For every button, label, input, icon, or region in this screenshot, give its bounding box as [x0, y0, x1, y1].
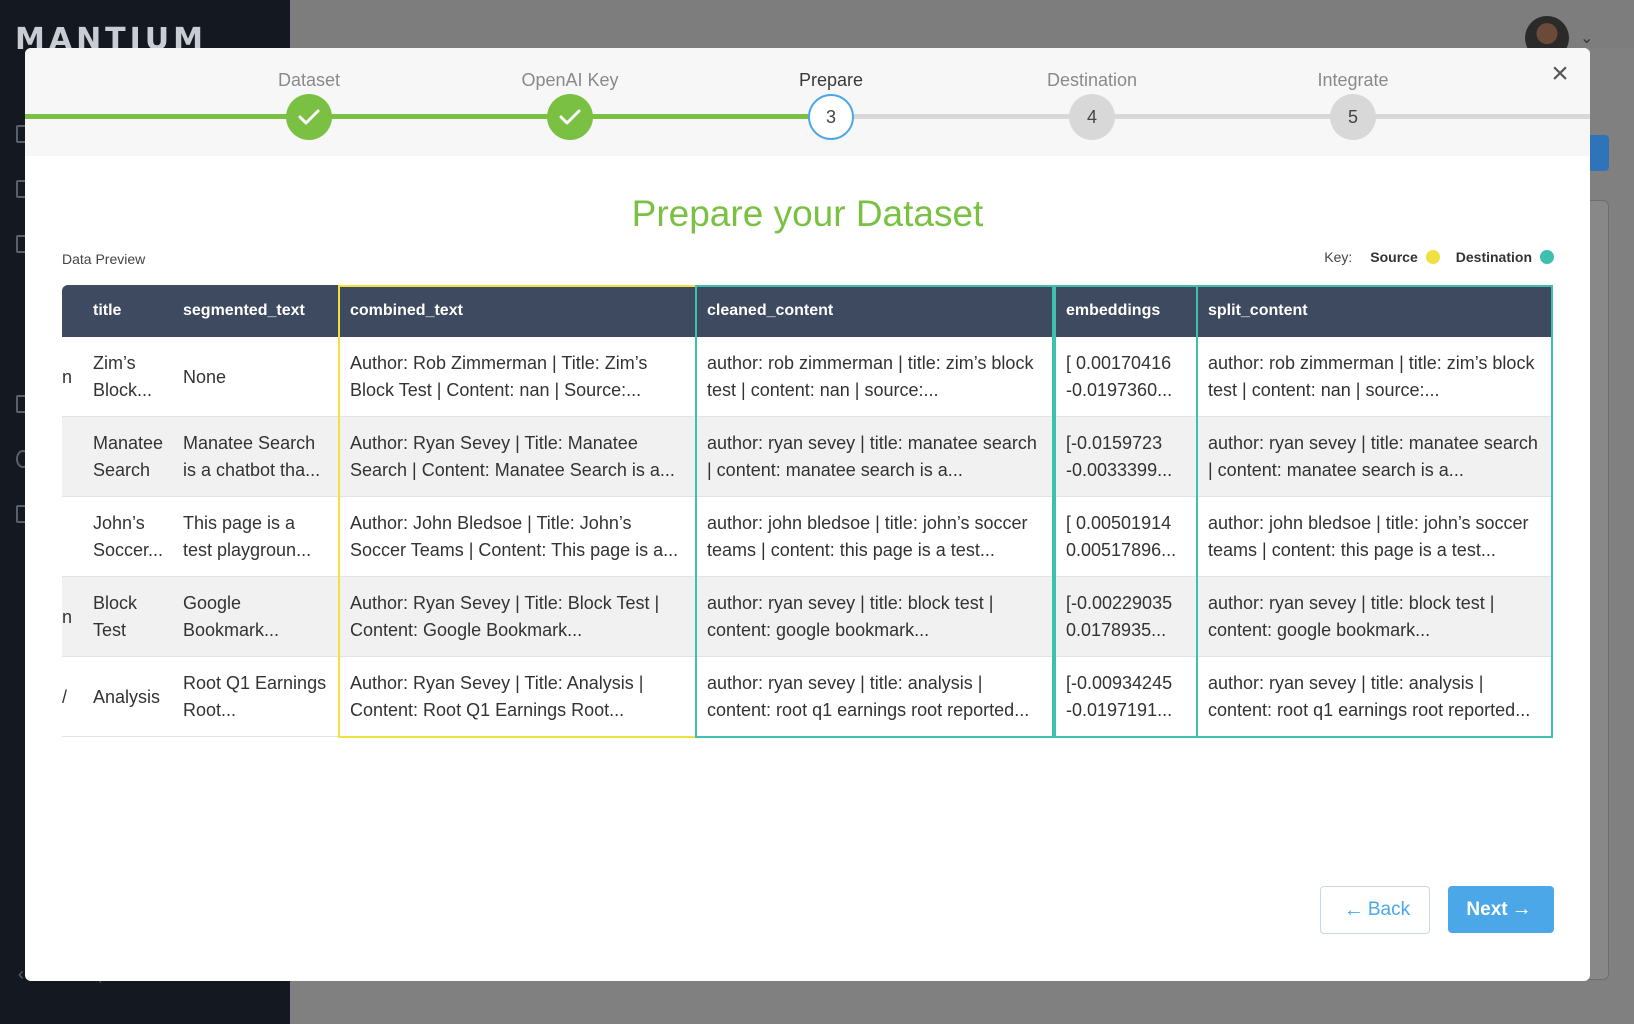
cell-segmented-text: None: [183, 366, 227, 387]
user-menu-chevron-icon: ⌄: [1580, 30, 1594, 47]
step-number: 5: [1330, 94, 1376, 140]
table-row: n Block Test Google Bookmark... Author: …: [62, 577, 1553, 657]
cell-segmented-text: This page is a test playgroun...: [183, 513, 312, 560]
column-header: segmented_text: [183, 302, 305, 319]
cell-combined-text: Author: Ryan Sevey | Title: Analysis | C…: [350, 673, 644, 720]
key-label: Key:: [1324, 249, 1353, 265]
check-icon: [547, 94, 593, 140]
cell-segmented-text: Root Q1 Earnings Root...: [183, 673, 327, 720]
step-destination[interactable]: Destination 4: [992, 48, 1192, 140]
cell-embeddings: [ 0.00170416 -0.0197360...: [1066, 353, 1173, 400]
cell-title: Manatee Search: [93, 433, 164, 480]
key-destination-label: Destination: [1455, 249, 1532, 265]
column-header: split_content: [1208, 302, 1308, 319]
step-label: Integrate: [1317, 70, 1389, 90]
step-dataset[interactable]: Dataset: [209, 48, 409, 140]
cell-split-content: author: john bledsoe | title: john’s soc…: [1208, 513, 1529, 560]
column-header: embeddings: [1066, 302, 1161, 319]
cell-split-content: author: ryan sevey | title: analysis | c…: [1208, 673, 1531, 720]
data-preview-table[interactable]: title segmented_text combined_text clean…: [62, 285, 1553, 738]
source-dot-icon: [1425, 250, 1440, 264]
step-openai-key[interactable]: OpenAI Key: [470, 48, 670, 140]
color-key: Key: Source Destination: [1324, 249, 1554, 265]
column-header: title: [93, 302, 122, 319]
arrow-right-icon: →: [1511, 898, 1532, 920]
step-prepare[interactable]: Prepare 3: [731, 48, 931, 140]
stepper-progress-todo: [837, 114, 1590, 119]
key-source-label: Source: [1370, 249, 1418, 265]
step-label: Destination: [1046, 70, 1138, 90]
table-row: n Zim’s Block... None Author: Rob Zimmer…: [62, 337, 1553, 417]
cell-cleaned-content: author: ryan sevey | title: block test |…: [707, 593, 994, 640]
prepare-dataset-modal: Dataset OpenAI Key Prepare 3 Destination…: [25, 48, 1590, 981]
next-button[interactable]: Next →: [1448, 886, 1554, 933]
back-button[interactable]: ← Back: [1320, 886, 1430, 934]
step-label: Dataset: [277, 70, 341, 90]
step-integrate[interactable]: Integrate 5: [1253, 48, 1453, 140]
cell-split-content: author: ryan sevey | title: manatee sear…: [1208, 433, 1538, 480]
table-row: Manatee Search Manatee Search is a chatb…: [62, 417, 1553, 497]
clipped-cell: [62, 497, 72, 577]
cell-cleaned-content: author: ryan sevey | title: manatee sear…: [707, 433, 1037, 480]
step-label: Prepare: [798, 70, 864, 90]
collapse-chevron-icon: ‹: [18, 964, 24, 984]
clipped-cell: /: [62, 687, 68, 707]
cell-embeddings: [ 0.00501914 0.00517896...: [1066, 513, 1177, 560]
destination-dot-icon: [1540, 250, 1554, 264]
clipped-cell: [62, 417, 72, 497]
cell-cleaned-content: author: ryan sevey | title: analysis | c…: [707, 673, 1030, 720]
close-icon[interactable]: ×: [1542, 56, 1578, 92]
table-header: title segmented_text combined_text clean…: [62, 285, 1553, 337]
cell-segmented-text: Google Bookmark...: [183, 593, 280, 640]
clipped-cell: n: [62, 607, 73, 627]
data-preview-label: Data Preview: [62, 251, 146, 267]
next-button-label: Next: [1466, 898, 1508, 920]
cell-combined-text: Author: Ryan Sevey | Title: Block Test |…: [350, 593, 660, 640]
column-header: cleaned_content: [707, 302, 834, 319]
step-number: 4: [1069, 94, 1115, 140]
step-number: 3: [808, 94, 854, 140]
app-topbar: [290, 0, 1634, 48]
cell-cleaned-content: author: rob zimmerman | title: zim’s blo…: [707, 353, 1034, 400]
wizard-stepper: Dataset OpenAI Key Prepare 3 Destination…: [25, 48, 1590, 156]
table-row: / Analysis Root Q1 Earnings Root... Auth…: [62, 657, 1553, 737]
cell-title: Block Test: [93, 593, 138, 640]
cell-segmented-text: Manatee Search is a chatbot tha...: [183, 433, 321, 480]
arrow-left-icon: ←: [1343, 898, 1364, 921]
step-label: OpenAI Key: [521, 70, 619, 90]
cell-embeddings: [-0.0159723 -0.0033399...: [1066, 433, 1173, 480]
back-button-label: Back: [1367, 899, 1411, 920]
column-header: combined_text: [350, 302, 463, 319]
page-title: Prepare your Dataset: [631, 193, 984, 234]
cell-cleaned-content: author: john bledsoe | title: john’s soc…: [707, 513, 1028, 560]
cell-split-content: author: rob zimmerman | title: zim’s blo…: [1208, 353, 1535, 400]
cell-title: John’s Soccer...: [93, 513, 164, 560]
table-row: John’s Soccer... This page is a test pla…: [62, 497, 1553, 577]
check-icon: [286, 94, 332, 140]
cell-combined-text: Author: John Bledsoe | Title: John’s Soc…: [350, 513, 679, 560]
clipped-cell: n: [62, 367, 73, 387]
stepper-progress-done: [25, 114, 837, 119]
cell-embeddings: [-0.00229035 0.0178935...: [1066, 593, 1173, 640]
cell-combined-text: Author: Rob Zimmerman | Title: Zim’s Blo…: [350, 353, 648, 400]
cell-title: Zim’s Block...: [93, 353, 153, 400]
cell-split-content: author: ryan sevey | title: block test |…: [1208, 593, 1495, 640]
cell-combined-text: Author: Ryan Sevey | Title: Manatee Sear…: [350, 433, 675, 480]
cell-title: Analysis: [93, 686, 161, 707]
cell-embeddings: [-0.00934245 -0.0197191...: [1066, 673, 1173, 720]
